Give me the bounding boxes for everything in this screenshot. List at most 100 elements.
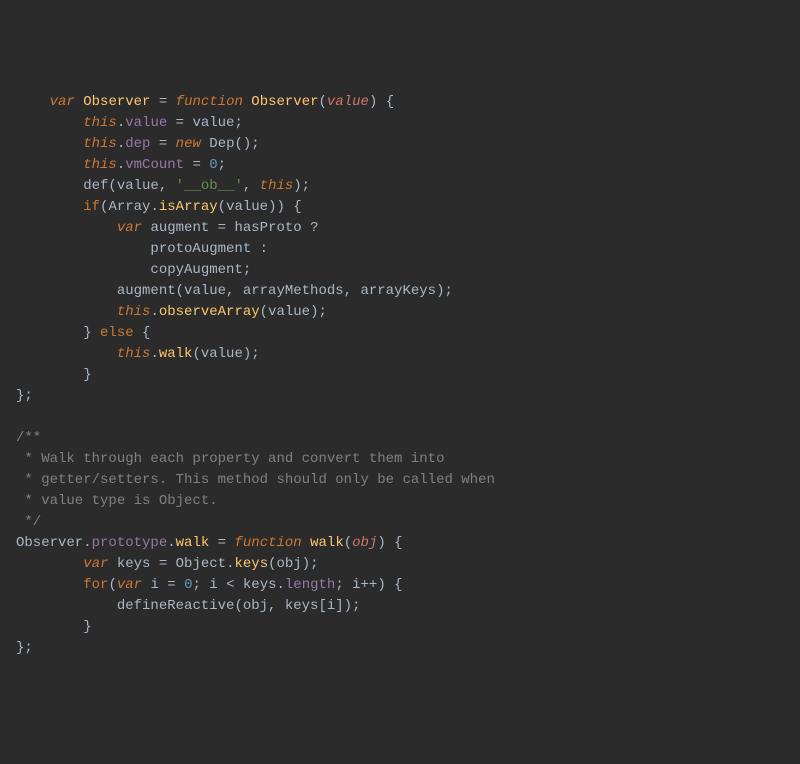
code-token: * getter/setters. This method should onl… <box>16 472 495 488</box>
code-token: * value type is Object. <box>16 493 218 509</box>
code-token: i = <box>142 577 184 593</box>
code-token: = <box>184 157 209 173</box>
code-token: walk <box>310 535 344 551</box>
code-token: Observer <box>83 94 150 110</box>
code-line[interactable]: }; <box>16 638 784 659</box>
code-token: = <box>209 535 234 551</box>
code-token: = value; <box>167 115 243 131</box>
code-token: }; <box>16 388 33 404</box>
code-token: augment(value, arrayMethods, arrayKeys); <box>117 283 453 299</box>
code-token: . <box>167 535 175 551</box>
code-token: function <box>176 94 243 110</box>
code-token: (value); <box>260 304 327 320</box>
code-line[interactable]: this.walk(value); <box>16 344 784 365</box>
code-token: Dep(); <box>201 136 260 152</box>
code-token: copyAugment; <box>150 262 251 278</box>
code-token: ; i < keys. <box>192 577 284 593</box>
code-token: isArray <box>159 199 218 215</box>
code-token: . <box>117 115 125 131</box>
code-token: Observer <box>251 94 318 110</box>
code-token: } <box>83 367 91 383</box>
code-token: (obj); <box>268 556 318 572</box>
code-line[interactable]: } <box>16 617 784 638</box>
code-token: ) { <box>377 535 402 551</box>
code-token: Object <box>176 556 226 572</box>
code-line[interactable]: copyAugment; <box>16 260 784 281</box>
code-token: protoAugment : <box>150 241 268 257</box>
code-token: ) { <box>369 94 394 110</box>
code-token: this <box>117 346 151 362</box>
code-line[interactable]: * Walk through each property and convert… <box>16 449 784 470</box>
code-token: for <box>83 577 108 593</box>
code-token: augment = hasProto ? <box>142 220 318 236</box>
code-token: = <box>150 136 175 152</box>
code-token: (value)) { <box>218 199 302 215</box>
code-line[interactable]: this.vmCount = 0; <box>16 155 784 176</box>
code-line[interactable]: } <box>16 365 784 386</box>
code-token: var <box>117 577 142 593</box>
code-token: ( <box>344 535 352 551</box>
code-token: . <box>117 136 125 152</box>
code-line[interactable]: var keys = Object.keys(obj); <box>16 554 784 575</box>
code-token: ; i++) { <box>335 577 402 593</box>
code-token: else <box>100 325 134 341</box>
code-token: walk <box>159 346 193 362</box>
code-line[interactable] <box>16 407 784 428</box>
code-line[interactable]: * value type is Object. <box>16 491 784 512</box>
code-line[interactable]: def(value, '__ob__', this); <box>16 176 784 197</box>
code-token: var <box>83 556 108 572</box>
code-token: . <box>150 346 158 362</box>
code-line[interactable]: Observer.prototype.walk = function walk(… <box>16 533 784 554</box>
code-line[interactable]: this.dep = new Dep(); <box>16 134 784 155</box>
code-token: Array <box>108 199 150 215</box>
code-line[interactable]: } else { <box>16 323 784 344</box>
code-token <box>75 94 83 110</box>
code-token: . <box>150 199 158 215</box>
code-token: ); <box>293 178 310 194</box>
code-token: new <box>176 136 201 152</box>
code-token: dep <box>125 136 150 152</box>
code-line[interactable]: */ <box>16 512 784 533</box>
code-token: ( <box>319 94 327 110</box>
code-token: prototype <box>92 535 168 551</box>
code-token: ( <box>108 577 116 593</box>
code-token: = <box>150 94 175 110</box>
code-token: keys <box>234 556 268 572</box>
code-token: vmCount <box>125 157 184 173</box>
code-token: } <box>83 619 91 635</box>
code-token: }; <box>16 640 33 656</box>
code-token <box>302 535 310 551</box>
code-line[interactable]: }; <box>16 386 784 407</box>
code-token: ; <box>218 157 226 173</box>
code-token: '__ob__' <box>176 178 243 194</box>
code-line[interactable]: defineReactive(obj, keys[i]); <box>16 596 784 617</box>
code-line[interactable]: * getter/setters. This method should onl… <box>16 470 784 491</box>
code-token: . <box>150 304 158 320</box>
code-token: keys = <box>108 556 175 572</box>
code-line[interactable]: protoAugment : <box>16 239 784 260</box>
code-line[interactable]: for(var i = 0; i < keys.length; i++) { <box>16 575 784 596</box>
code-line[interactable]: if(Array.isArray(value)) { <box>16 197 784 218</box>
code-line[interactable]: var augment = hasProto ? <box>16 218 784 239</box>
code-line[interactable]: this.observeArray(value); <box>16 302 784 323</box>
code-token: , <box>243 178 260 194</box>
code-token: value <box>125 115 167 131</box>
code-token: (value); <box>192 346 259 362</box>
code-token: function <box>234 535 301 551</box>
code-token: if <box>83 199 100 215</box>
code-line[interactable]: /** <box>16 428 784 449</box>
code-line[interactable]: augment(value, arrayMethods, arrayKeys); <box>16 281 784 302</box>
code-token: Observer. <box>16 535 92 551</box>
code-token: this <box>83 157 117 173</box>
code-token: this <box>260 178 294 194</box>
code-line[interactable]: var Observer = function Observer(value) … <box>16 92 784 113</box>
code-token: this <box>83 115 117 131</box>
code-token: */ <box>16 514 41 530</box>
code-token: this <box>83 136 117 152</box>
code-token: . <box>117 157 125 173</box>
code-token: { <box>134 325 151 341</box>
code-token: * Walk through each property and convert… <box>16 451 444 467</box>
code-token: def(value, <box>83 178 175 194</box>
code-line[interactable]: this.value = value; <box>16 113 784 134</box>
code-editor[interactable]: var Observer = function Observer(value) … <box>16 92 784 659</box>
